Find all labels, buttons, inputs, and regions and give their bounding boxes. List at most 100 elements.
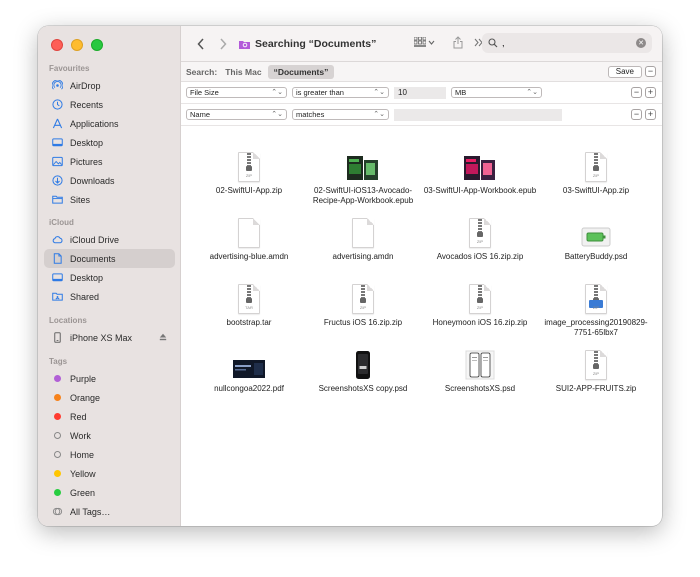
remove-criteria-button[interactable]: −: [631, 87, 642, 98]
file-item[interactable]: BatteryBuddy.psd: [536, 208, 656, 262]
file-item[interactable]: advertising-blue.amdn: [189, 208, 309, 262]
share-button[interactable]: [453, 36, 463, 54]
file-item[interactable]: ZIP Avocados iOS 16.zip.zip: [420, 208, 540, 262]
search-scope-label: Search:: [186, 66, 218, 77]
sidebar-tag-purple[interactable]: Purple: [44, 369, 175, 388]
toolbar: Searching “Documents” ✕: [181, 26, 662, 62]
document-icon: [50, 253, 64, 265]
file-item[interactable]: 02-SwiftUI-iOS13-Avocado-Recipe-App-Work…: [303, 142, 423, 206]
sidebar-tag-green[interactable]: Green: [44, 483, 175, 502]
back-button[interactable]: [193, 36, 209, 52]
add-criteria-button[interactable]: +: [645, 109, 656, 120]
tag-dot-icon: [50, 373, 64, 385]
scope-this-mac[interactable]: This Mac: [225, 67, 261, 77]
eject-icon[interactable]: [159, 333, 167, 343]
file-item[interactable]: ScreenshotsXS copy.psd: [303, 340, 423, 394]
sidebar-item-label: Recents: [70, 99, 104, 110]
file-name: advertising-blue.amdn: [209, 252, 289, 261]
airdrop-icon: [50, 80, 64, 92]
file-thumbnail: ZIP: [303, 274, 423, 314]
sidebar-tag-home[interactable]: Home: [44, 445, 175, 464]
sidebar-tag-orange[interactable]: Orange: [44, 388, 175, 407]
sidebar-heading-icloud: iCloud: [49, 218, 74, 227]
file-item[interactable]: ZIP image_processing20190829-7751-65lbx7: [536, 274, 656, 338]
sidebar-item-label: Desktop: [70, 137, 104, 148]
minimize-window-button[interactable]: [71, 39, 83, 51]
criteria-name-input[interactable]: [394, 109, 562, 121]
scope-documents[interactable]: “Documents”: [267, 64, 335, 79]
sidebar-tags: Tags Purple Orange Red Work Home Yellow Green A…: [38, 355, 181, 521]
shared-folder-icon: [50, 291, 64, 303]
sidebar-tag-label: All Tags…: [70, 506, 111, 517]
tag-dot-icon: [50, 449, 64, 461]
file-name: BatteryBuddy.psd: [564, 252, 628, 261]
sidebar-item-airdrop[interactable]: AirDrop: [44, 76, 175, 95]
up-down-chevron-icon: ⌃⌄: [373, 111, 385, 118]
window-controls: [51, 39, 103, 51]
zip-file-icon: ZIP: [585, 152, 607, 182]
criteria-attribute-select[interactable]: File Size ⌃⌄: [186, 87, 287, 98]
file-thumbnail: [189, 208, 309, 248]
save-search-button[interactable]: Save: [607, 66, 642, 78]
criteria-attribute-value: Name: [190, 110, 211, 119]
file-item[interactable]: ZIP 02-SwiftUI-App.zip: [189, 142, 309, 196]
sidebar-tag-yellow[interactable]: Yellow: [44, 464, 175, 483]
file-item[interactable]: nullcongoa2022.pdf: [189, 340, 309, 394]
zoom-window-button[interactable]: [91, 39, 103, 51]
download-icon: [50, 175, 64, 187]
sidebar-item-label: Documents: [70, 253, 116, 264]
sidebar-item-label: Pictures: [70, 156, 103, 167]
clear-search-button[interactable]: ✕: [636, 38, 646, 48]
phone-screenshots-icon: [465, 350, 495, 380]
forward-button[interactable]: [215, 36, 231, 52]
criteria-attribute-select[interactable]: Name ⌃⌄: [186, 109, 287, 120]
sidebar-item-shared[interactable]: Shared: [44, 287, 175, 306]
sidebar-item-desktop[interactable]: Desktop: [44, 133, 175, 152]
sidebar-item-downloads[interactable]: Downloads: [44, 171, 175, 190]
criteria-operator-select[interactable]: is greater than ⌃⌄: [292, 87, 389, 98]
sidebar-item-recents[interactable]: Recents: [44, 95, 175, 114]
sidebar-item-pictures[interactable]: Pictures: [44, 152, 175, 171]
sidebar-tag-label: Orange: [70, 392, 101, 403]
up-down-chevron-icon: ⌃⌄: [373, 89, 385, 96]
sidebar-item-sites[interactable]: Sites: [44, 190, 175, 209]
file-item[interactable]: ZIP Honeymoon iOS 16.zip.zip: [420, 274, 540, 328]
file-thumbnail: ZIP: [536, 340, 656, 380]
finder-window: Favourites AirDrop Recents Applications Des…: [38, 26, 662, 526]
criteria-size-input[interactable]: 10: [394, 87, 446, 99]
sidebar-item-documents[interactable]: Documents: [44, 249, 175, 268]
view-options-button[interactable]: [414, 37, 435, 48]
file-name: 03-SwiftUI-App.zip: [562, 186, 630, 195]
sidebar-tag-red[interactable]: Red: [44, 407, 175, 426]
file-item[interactable]: TAR bootstrap.tar: [189, 274, 309, 328]
sidebar-item-desktop[interactable]: Desktop: [44, 268, 175, 287]
sidebar-item-label: iPhone XS Max: [70, 332, 133, 343]
sidebar-tag-work[interactable]: Work: [44, 426, 175, 445]
search-field[interactable]: ✕: [482, 33, 652, 53]
sidebar-item-iphone-xs-max[interactable]: iPhone XS Max: [44, 328, 175, 347]
sidebar-item-applications[interactable]: Applications: [44, 114, 175, 133]
blank-document-icon: [238, 218, 260, 248]
tar-file-icon: TAR: [238, 284, 260, 314]
sidebar-tag-all-tags[interactable]: All Tags…: [44, 502, 175, 521]
file-thumbnail: ZIP: [420, 208, 540, 248]
file-item[interactable]: 03-SwiftUI-App-Workbook.epub: [420, 142, 540, 196]
file-thumbnail: ZIP: [536, 274, 656, 314]
file-item[interactable]: ZIP SUI2-APP-FRUITS.zip: [536, 340, 656, 394]
criteria-unit-select[interactable]: MB ⌃⌄: [451, 87, 542, 98]
file-item[interactable]: ScreenshotsXS.psd: [420, 340, 540, 394]
file-thumbnail: ZIP: [536, 142, 656, 182]
remove-scope-button[interactable]: −: [645, 66, 656, 77]
close-window-button[interactable]: [51, 39, 63, 51]
remove-criteria-button[interactable]: −: [631, 109, 642, 120]
add-criteria-button[interactable]: +: [645, 87, 656, 98]
file-item[interactable]: ZIP 03-SwiftUI-App.zip: [536, 142, 656, 196]
file-thumbnail: TAR: [189, 274, 309, 314]
search-input[interactable]: [502, 38, 636, 48]
tag-dot-icon: [50, 487, 64, 499]
file-item[interactable]: advertising.amdn: [303, 208, 423, 262]
file-item[interactable]: ZIP Fructus iOS 16.zip.zip: [303, 274, 423, 328]
search-scope-bar: Search: This Mac “Documents” Save −: [181, 62, 662, 82]
criteria-operator-select[interactable]: matches ⌃⌄: [292, 109, 389, 120]
sidebar-item-icloud-drive[interactable]: iCloud Drive: [44, 230, 175, 249]
